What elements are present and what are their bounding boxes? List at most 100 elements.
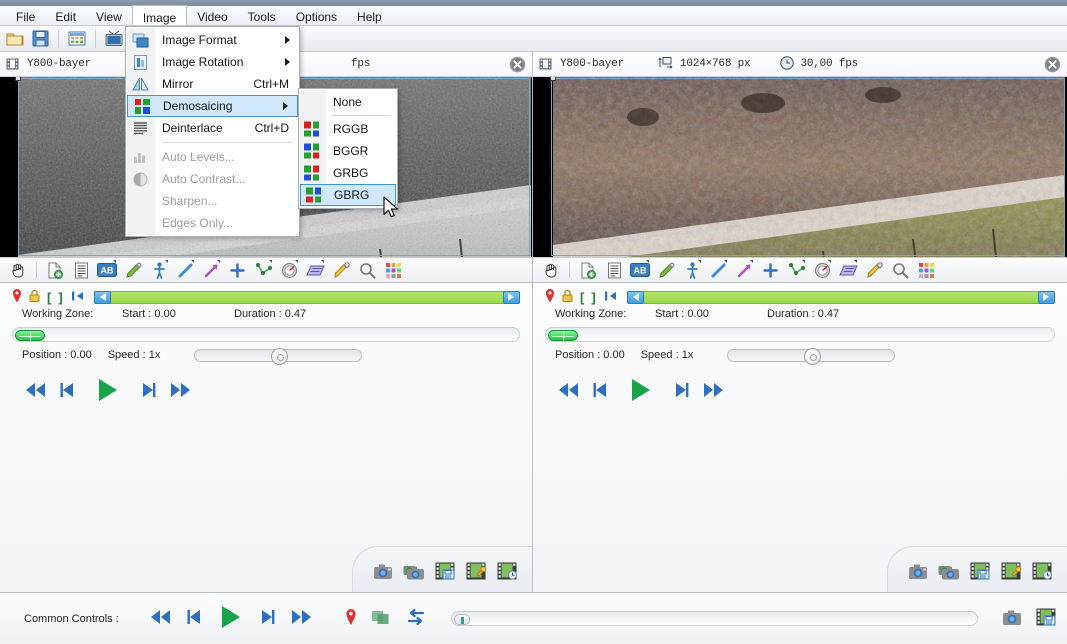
bracket-open-icon[interactable]: [ bbox=[47, 290, 51, 305]
magnifier-icon[interactable] bbox=[355, 259, 379, 281]
menu-item-image-rotation[interactable]: Image Rotation bbox=[126, 51, 299, 73]
common-position-slider[interactable] bbox=[450, 611, 978, 626]
position-slider[interactable] bbox=[545, 327, 1055, 342]
plus-icon[interactable] bbox=[758, 259, 782, 281]
arrow-icon[interactable] bbox=[199, 259, 223, 281]
person-icon[interactable] bbox=[680, 259, 704, 281]
working-zone-slider[interactable] bbox=[93, 290, 520, 304]
color-grid-icon[interactable] bbox=[381, 259, 405, 281]
menu-file[interactable]: File bbox=[6, 6, 45, 25]
camera-icon[interactable] bbox=[908, 563, 928, 583]
panel-left-handle-tl[interactable] bbox=[15, 77, 21, 81]
lock-icon[interactable] bbox=[29, 289, 40, 305]
skip-start-icon[interactable] bbox=[557, 381, 580, 402]
magnifier-icon[interactable] bbox=[888, 259, 912, 281]
zone-end-handle[interactable] bbox=[503, 290, 520, 304]
submenu-item-gbrg[interactable]: GBRG bbox=[300, 184, 396, 206]
zone-end-handle[interactable] bbox=[1038, 290, 1055, 304]
bracket-open-icon[interactable]: [ bbox=[580, 290, 584, 305]
play-icon[interactable] bbox=[217, 603, 245, 634]
menu-view[interactable]: View bbox=[86, 6, 132, 25]
menu-item-mirror[interactable]: Mirror Ctrl+M bbox=[126, 73, 299, 95]
hand-icon[interactable] bbox=[6, 259, 30, 281]
angle-icon[interactable] bbox=[251, 259, 275, 281]
film-time-icon[interactable] bbox=[1032, 562, 1053, 583]
film-export-icon[interactable] bbox=[1001, 562, 1022, 583]
bracket-close-icon[interactable]: ] bbox=[58, 290, 62, 305]
pencil-icon[interactable] bbox=[121, 259, 145, 281]
menu-edit[interactable]: Edit bbox=[45, 6, 86, 25]
film-save-icon[interactable] bbox=[1036, 608, 1057, 629]
brush-icon[interactable] bbox=[862, 259, 886, 281]
submenu-item-bggr[interactable]: BGGR bbox=[299, 140, 397, 162]
film-time-icon[interactable] bbox=[497, 562, 518, 583]
speed-knob[interactable] bbox=[804, 348, 821, 365]
skip-end-icon[interactable] bbox=[702, 381, 725, 402]
position-slider[interactable] bbox=[12, 327, 520, 342]
play-icon[interactable] bbox=[94, 376, 122, 407]
skip-start-icon[interactable] bbox=[149, 608, 172, 629]
line-icon[interactable] bbox=[173, 259, 197, 281]
person-icon[interactable] bbox=[147, 259, 171, 281]
reset-zone-icon[interactable] bbox=[70, 290, 84, 305]
ab-label-icon[interactable]: AB bbox=[628, 259, 652, 281]
ab-label-icon[interactable]: AB bbox=[95, 259, 119, 281]
menu-video[interactable]: Video bbox=[187, 6, 237, 25]
position-handle[interactable] bbox=[548, 330, 578, 341]
angle-icon[interactable] bbox=[784, 259, 808, 281]
lock-icon[interactable] bbox=[562, 289, 573, 305]
skip-end-icon[interactable] bbox=[290, 608, 313, 629]
step-back-icon[interactable] bbox=[186, 608, 203, 629]
color-grid-icon[interactable] bbox=[914, 259, 938, 281]
submenu-item-none[interactable]: None bbox=[299, 91, 397, 113]
pin-icon[interactable] bbox=[345, 608, 357, 629]
speed-knob[interactable] bbox=[271, 348, 288, 365]
menu-tools[interactable]: Tools bbox=[238, 6, 286, 25]
save-icon[interactable] bbox=[29, 28, 51, 50]
pencil-icon[interactable] bbox=[654, 259, 678, 281]
camera-icon[interactable] bbox=[1002, 609, 1022, 629]
parallelogram-icon[interactable] bbox=[836, 259, 860, 281]
step-forward-icon[interactable] bbox=[673, 381, 690, 402]
menu-item-demosaicing[interactable]: Demosaicing bbox=[127, 95, 298, 117]
position-handle[interactable] bbox=[15, 330, 45, 341]
reset-zone-icon[interactable] bbox=[603, 290, 617, 305]
camera-multi-icon[interactable] bbox=[938, 563, 960, 583]
menu-item-deinterlace[interactable]: Deinterlace Ctrl+D bbox=[126, 117, 299, 139]
menu-help[interactable]: Help bbox=[347, 6, 392, 25]
zone-start-handle[interactable] bbox=[93, 290, 111, 304]
open-folder-icon[interactable] bbox=[4, 28, 26, 50]
new-document-icon[interactable] bbox=[576, 259, 600, 281]
grid-icon[interactable] bbox=[66, 28, 88, 50]
list-icon[interactable] bbox=[602, 259, 626, 281]
zone-start-handle[interactable] bbox=[626, 290, 644, 304]
list-icon[interactable] bbox=[69, 259, 93, 281]
skip-end-icon[interactable] bbox=[169, 381, 192, 402]
film-save-icon[interactable] bbox=[970, 562, 991, 583]
panel-left-close-icon[interactable] bbox=[509, 56, 526, 76]
menu-item-image-format[interactable]: Image Format bbox=[126, 29, 299, 51]
swap-icon[interactable] bbox=[405, 608, 427, 629]
menu-image[interactable]: Image bbox=[131, 5, 188, 25]
circle-icon[interactable] bbox=[277, 259, 301, 281]
film-save-icon[interactable] bbox=[435, 562, 456, 583]
camera-multi-icon[interactable] bbox=[403, 563, 425, 583]
pin-icon[interactable] bbox=[545, 288, 555, 306]
submenu-item-grbg[interactable]: GRBG bbox=[299, 162, 397, 184]
arrow-icon[interactable] bbox=[732, 259, 756, 281]
plus-icon[interactable] bbox=[225, 259, 249, 281]
submenu-item-rggb[interactable]: RGGB bbox=[299, 118, 397, 140]
skip-start-icon[interactable] bbox=[24, 381, 47, 402]
tv-icon[interactable] bbox=[103, 28, 125, 50]
parallelogram-icon[interactable] bbox=[303, 259, 327, 281]
step-forward-icon[interactable] bbox=[140, 381, 157, 402]
play-icon[interactable] bbox=[627, 376, 655, 407]
brush-icon[interactable] bbox=[329, 259, 353, 281]
menu-options[interactable]: Options bbox=[286, 6, 347, 25]
pin-icon[interactable] bbox=[12, 288, 22, 306]
working-zone-slider[interactable] bbox=[626, 290, 1055, 304]
step-back-icon[interactable] bbox=[59, 381, 76, 402]
panel-right-close-icon[interactable] bbox=[1044, 56, 1061, 76]
panel-right-image-view[interactable] bbox=[533, 77, 1067, 257]
step-back-icon[interactable] bbox=[592, 381, 609, 402]
